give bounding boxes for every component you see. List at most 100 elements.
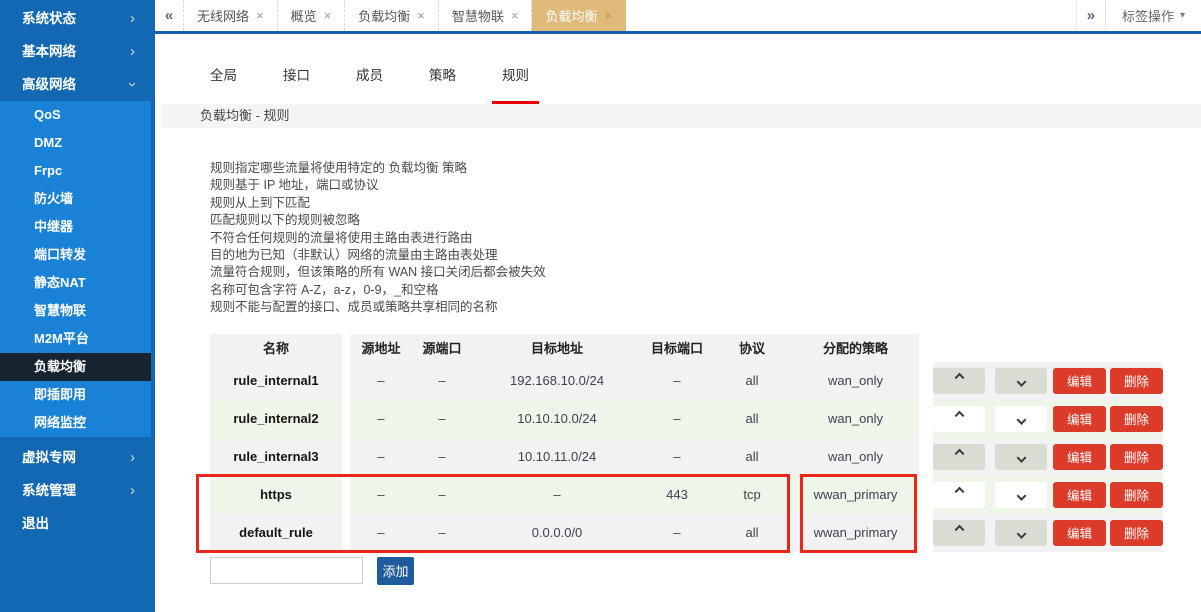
tab-load-balance[interactable]: 负载均衡 × <box>345 0 439 31</box>
rule-src-addr: – <box>350 399 412 438</box>
move-up-button[interactable] <box>933 405 985 432</box>
move-down-button[interactable] <box>995 443 1047 470</box>
edit-button[interactable]: 编辑 <box>1053 481 1106 508</box>
sidebar-item-label: 系统管理 <box>22 483 76 498</box>
delete-button[interactable]: 删除 <box>1110 367 1163 394</box>
description-line: 目的地为已知（非默认）网络的流量由主路由表处理 <box>210 248 498 263</box>
sidebar-item-network-monitor[interactable]: 网络监控 <box>0 409 151 437</box>
header-src-addr: 源地址 <box>350 333 412 362</box>
sidebar-item-label: 退出 <box>22 516 49 531</box>
rule-dst-port: – <box>642 361 712 400</box>
delete-button[interactable]: 删除 <box>1110 519 1163 546</box>
subtab-global[interactable]: 全局 <box>200 56 247 104</box>
table-header-row: 名称 源地址 源端口 目标地址 目标端口 协议 分配的策略 <box>210 333 1201 362</box>
move-down-button[interactable] <box>995 519 1047 546</box>
close-icon[interactable]: × <box>324 8 332 23</box>
rules-table: 名称 源地址 源端口 目标地址 目标端口 协议 分配的策略 rule_inter… <box>196 333 1201 553</box>
description-line: 不符合任何规则的流量将使用主路由表进行路由 <box>210 230 473 245</box>
rule-dst-addr: 10.10.11.0/24 <box>472 437 642 476</box>
close-icon[interactable]: × <box>511 8 519 23</box>
sidebar-item-qos[interactable]: QoS <box>0 101 151 129</box>
delete-button[interactable]: 删除 <box>1110 481 1163 508</box>
edit-button[interactable]: 编辑 <box>1053 405 1106 432</box>
edit-button[interactable]: 编辑 <box>1053 519 1106 546</box>
move-up-button[interactable] <box>933 519 985 546</box>
header-dst-port: 目标端口 <box>642 333 712 362</box>
sidebar-item-smart-iot[interactable]: 智慧物联 <box>0 297 151 325</box>
close-icon[interactable]: × <box>417 8 425 23</box>
tab-wireless-network[interactable]: 无线网络 × <box>184 0 278 31</box>
sidebar-item-port-forward[interactable]: 端口转发 <box>0 241 151 269</box>
sidebar-item-dmz[interactable]: DMZ <box>0 129 151 157</box>
close-icon[interactable]: × <box>256 8 264 23</box>
table-row-highlighted: https – – – 443 tcp wwan_primary 编辑 删除 <box>210 475 1201 514</box>
sidebar-item-label: 虚拟专网 <box>22 450 76 465</box>
caret-down-icon: ▾ <box>1179 10 1185 21</box>
move-down-button[interactable] <box>995 367 1047 394</box>
subtab-member[interactable]: 成员 <box>346 56 393 104</box>
sidebar-item-basic-network[interactable]: 基本网络 › <box>0 35 155 68</box>
sidebar-item-frpc[interactable]: Frpc <box>0 157 151 185</box>
rule-name: default_rule <box>210 513 342 552</box>
rule-name: https <box>210 475 342 514</box>
new-rule-name-input[interactable] <box>210 557 363 585</box>
move-down-button[interactable] <box>995 481 1047 508</box>
move-down-button[interactable] <box>995 405 1047 432</box>
edit-button[interactable]: 编辑 <box>1053 443 1106 470</box>
sidebar-item-system-status[interactable]: 系统状态 › <box>0 2 155 35</box>
move-up-button[interactable] <box>933 443 985 470</box>
sidebar-item-upnp[interactable]: 即插即用 <box>0 381 151 409</box>
header-protocol: 协议 <box>712 333 792 362</box>
chevron-down-icon: › <box>124 82 141 87</box>
tab-actions-dropdown[interactable]: 标签操作 ▾ <box>1104 0 1201 31</box>
sidebar-item-repeater[interactable]: 中继器 <box>0 213 151 241</box>
chevron-up-icon <box>954 486 964 497</box>
row-actions: 编辑 删除 <box>933 361 1163 400</box>
sidebar-item-load-balance[interactable]: 负载均衡 <box>0 353 151 381</box>
chevron-right-icon: › <box>130 43 135 60</box>
rule-src-port: – <box>412 437 472 476</box>
add-rule-row: 添加 <box>210 556 1201 585</box>
chevron-down-icon <box>1016 453 1026 464</box>
rule-src-addr: – <box>350 475 412 514</box>
subtab-policy[interactable]: 策略 <box>419 56 466 104</box>
sidebar-item-m2m[interactable]: M2M平台 <box>0 325 151 353</box>
tab-label: 无线网络 <box>197 9 250 24</box>
sidebar-item-system-manage[interactable]: 系统管理 › <box>0 474 155 507</box>
subtab-rule[interactable]: 规则 <box>492 56 539 104</box>
rules-description: 规则指定哪些流量将使用特定的 负载均衡 策略 规则基于 IP 地址，端口或协议 … <box>210 160 1201 317</box>
tab-bar: « 无线网络 × 概览 × 负载均衡 × 智慧物联 × 负载均衡 × » 标签操… <box>155 0 1201 34</box>
edit-button[interactable]: 编辑 <box>1053 367 1106 394</box>
rule-protocol: all <box>712 399 792 438</box>
move-up-button[interactable] <box>933 481 985 508</box>
tab-load-balance-active[interactable]: 负载均衡 × <box>532 0 627 31</box>
rule-src-addr: – <box>350 361 412 400</box>
move-up-button[interactable] <box>933 367 985 394</box>
sidebar-item-logout[interactable]: 退出 <box>0 507 155 540</box>
sidebar-item-static-nat[interactable]: 静态NAT <box>0 269 151 297</box>
subtab-interface[interactable]: 接口 <box>273 56 320 104</box>
scroll-tabs-right-button[interactable]: » <box>1075 0 1105 31</box>
tab-label: 负载均衡 <box>358 9 411 24</box>
sidebar-item-vpn[interactable]: 虚拟专网 › <box>0 441 155 474</box>
page-title: 负载均衡 - 规则 <box>161 104 1201 128</box>
sidebar-item-advanced-network[interactable]: 高级网络 › <box>0 68 155 101</box>
description-line: 名称可包含字符 A-Z，a-z，0-9，_和空格 <box>210 282 439 297</box>
header-dst-addr: 目标地址 <box>472 333 642 362</box>
table-row: rule_internal1 – – 192.168.10.0/24 – all… <box>210 361 1201 400</box>
add-button[interactable]: 添加 <box>377 556 414 585</box>
description-line: 匹配规则以下的规则被忽略 <box>210 213 361 228</box>
sidebar-item-firewall[interactable]: 防火墙 <box>0 185 151 213</box>
sidebar: 系统状态 › 基本网络 › 高级网络 › QoS DMZ Frpc 防火墙 中继… <box>0 0 155 612</box>
rule-src-addr: – <box>350 513 412 552</box>
scroll-tabs-left-button[interactable]: « <box>155 0 184 31</box>
delete-button[interactable]: 删除 <box>1110 443 1163 470</box>
delete-button[interactable]: 删除 <box>1110 405 1163 432</box>
close-icon[interactable]: × <box>604 8 612 23</box>
chevron-down-icon <box>1016 415 1026 426</box>
tab-smart-iot[interactable]: 智慧物联 × <box>438 0 533 31</box>
rule-protocol: all <box>712 361 792 400</box>
row-actions: 编辑 删除 <box>933 399 1163 438</box>
rule-protocol: tcp <box>712 475 792 514</box>
tab-overview[interactable]: 概览 × <box>277 0 346 31</box>
